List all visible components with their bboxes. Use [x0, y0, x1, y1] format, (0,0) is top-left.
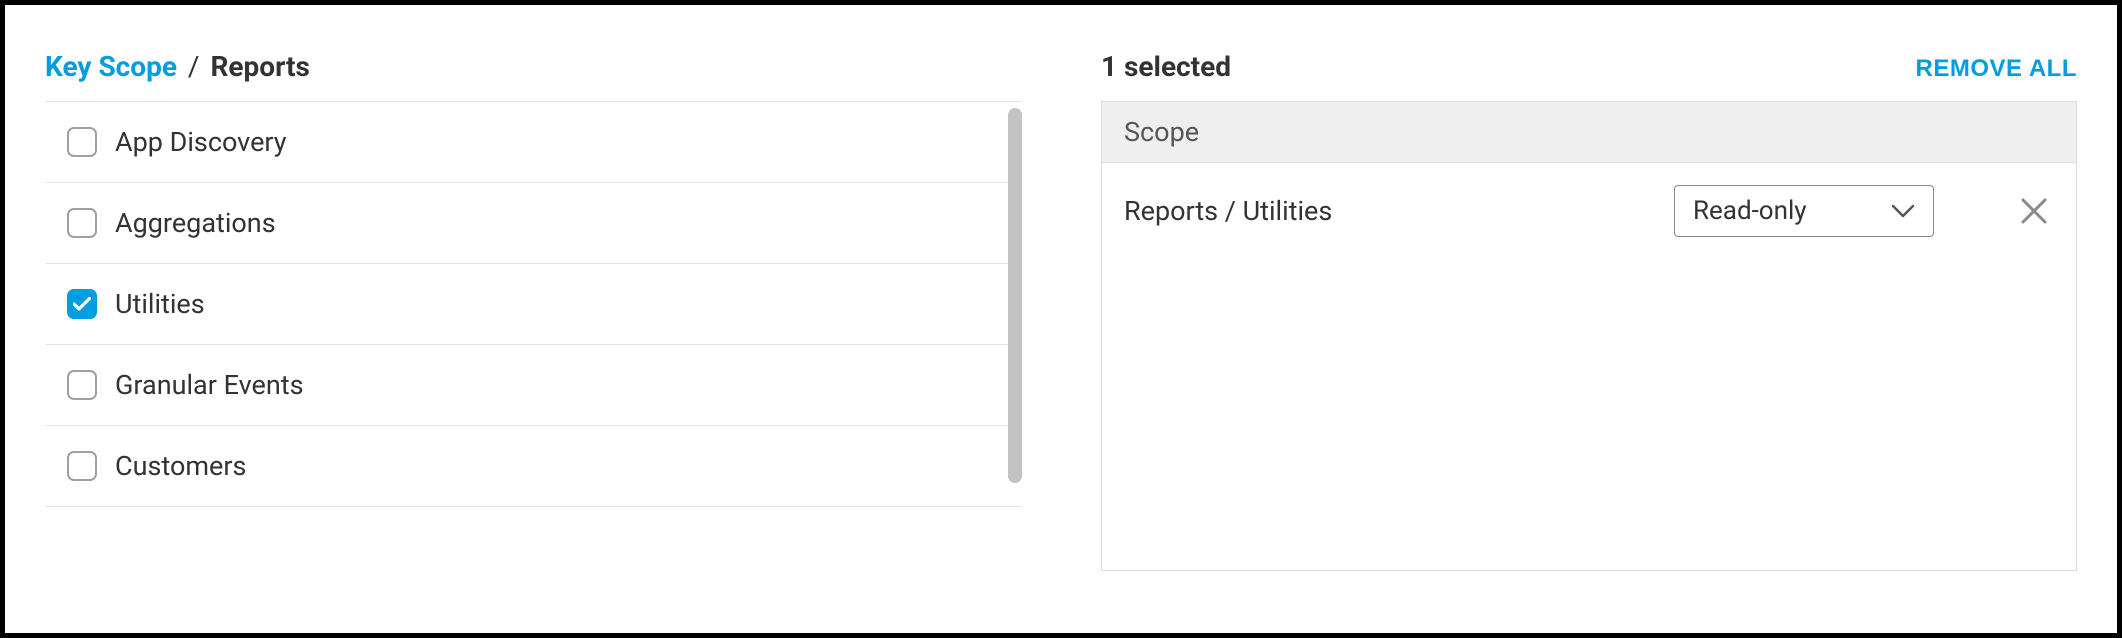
scrollbar[interactable]	[1008, 108, 1022, 483]
selected-scopes-panel: 1 selected REMOVE ALL Scope Reports / Ut…	[1101, 50, 2077, 593]
permission-select[interactable]: Read-only	[1674, 185, 1934, 237]
scope-item[interactable]: Granular Events	[45, 345, 1021, 426]
checkbox-icon[interactable]	[67, 127, 97, 157]
table-row: Reports / Utilities Read-only	[1102, 163, 2076, 259]
scope-list[interactable]: App Discovery Aggregations Utilities	[45, 102, 1021, 507]
scope-picker-panel: Key Scope / Reports App Discovery Aggreg…	[45, 50, 1021, 593]
breadcrumb-current: Reports	[210, 50, 309, 83]
scope-item-label: Granular Events	[115, 369, 304, 401]
selected-count: 1 selected	[1101, 50, 1231, 83]
table-header-scope: Scope	[1102, 102, 2076, 163]
checkbox-icon[interactable]	[67, 289, 97, 319]
breadcrumb-root-link[interactable]: Key Scope	[45, 50, 177, 83]
chevron-down-icon	[1891, 204, 1915, 218]
breadcrumb: Key Scope / Reports	[45, 50, 1021, 101]
scope-list-container: App Discovery Aggregations Utilities	[45, 101, 1021, 507]
scope-item-label: Aggregations	[115, 207, 276, 239]
remove-all-button[interactable]: REMOVE ALL	[1916, 55, 2077, 83]
checkbox-icon[interactable]	[67, 370, 97, 400]
selected-scopes-table: Scope Reports / Utilities Read-only	[1101, 101, 2077, 571]
scope-editor: Key Scope / Reports App Discovery Aggreg…	[0, 0, 2122, 638]
breadcrumb-separator: /	[188, 50, 200, 83]
scope-item[interactable]: Aggregations	[45, 183, 1021, 264]
scope-item[interactable]: App Discovery	[45, 102, 1021, 183]
scope-item-label: Utilities	[115, 288, 205, 320]
scope-item[interactable]: Utilities	[45, 264, 1021, 345]
selected-header: 1 selected REMOVE ALL	[1101, 50, 2077, 101]
permission-value: Read-only	[1693, 196, 1807, 226]
checkbox-icon[interactable]	[67, 451, 97, 481]
selected-scope-path: Reports / Utilities	[1124, 195, 1654, 227]
remove-row-button[interactable]	[2014, 191, 2054, 231]
scope-item[interactable]: Customers	[45, 426, 1021, 507]
checkbox-icon[interactable]	[67, 208, 97, 238]
scope-item-label: App Discovery	[115, 126, 287, 158]
scope-item-label: Customers	[115, 450, 246, 482]
close-icon	[2020, 197, 2048, 225]
